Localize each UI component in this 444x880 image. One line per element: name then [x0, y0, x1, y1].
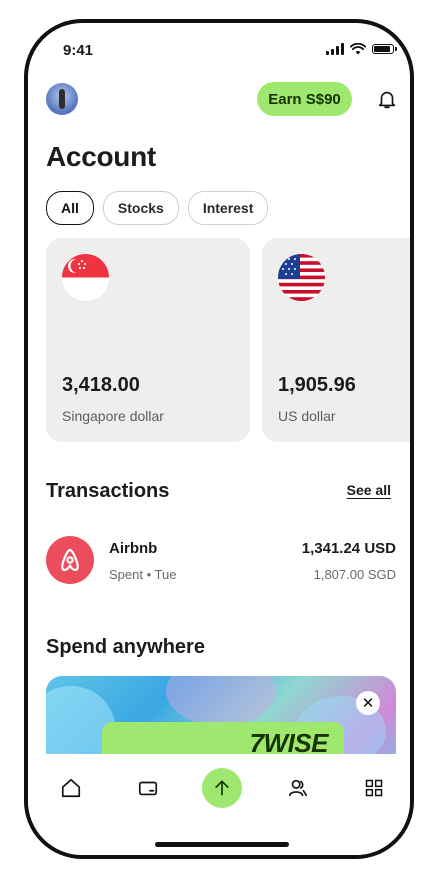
send-icon[interactable]	[202, 768, 242, 808]
transaction-row[interactable]: Airbnb Spent • Tue 1,341.24 USD 1,807.00…	[46, 535, 396, 587]
see-all-link[interactable]: See all	[347, 482, 391, 498]
page-title: Account	[46, 141, 156, 172]
account-currency: Singapore dollar	[62, 408, 164, 424]
account-balance: 1,905.96	[278, 374, 356, 396]
filter-chip-interest[interactable]: Interest	[187, 191, 269, 225]
account-cards: 3,418.00 Singapore dollar 1,905.96 US do…	[46, 238, 410, 442]
transaction-amount: 1,341.24 USD	[301, 540, 396, 557]
bell-icon[interactable]	[376, 88, 398, 110]
transactions-title: Transactions	[46, 480, 170, 502]
filter-chip-all[interactable]: All	[46, 191, 94, 225]
filter-chips: All Stocks Interest	[46, 191, 269, 225]
account-balance: 3,418.00	[62, 374, 140, 396]
earn-button[interactable]: Earn S$90	[257, 82, 352, 116]
card-icon[interactable]	[131, 771, 165, 805]
hub-icon[interactable]	[357, 771, 391, 805]
airbnb-logo-icon	[46, 536, 94, 584]
singapore-flag-icon	[62, 254, 109, 301]
transaction-merchant: Airbnb	[109, 540, 158, 557]
phone-frame: 9:41 Earn S$90 Account All Stocks Intere…	[24, 19, 414, 859]
transaction-converted-amount: 1,807.00 SGD	[313, 567, 396, 582]
status-time: 9:41	[63, 42, 94, 59]
close-icon[interactable]: ✕	[356, 691, 380, 715]
wifi-icon	[350, 43, 366, 55]
account-currency: US dollar	[278, 408, 336, 424]
bottom-nav	[28, 754, 410, 855]
avatar[interactable]	[46, 83, 78, 115]
battery-icon	[372, 44, 397, 54]
filter-chip-stocks[interactable]: Stocks	[102, 191, 179, 225]
cellular-signal-icon	[326, 43, 344, 55]
home-indicator	[155, 842, 289, 847]
transaction-subtitle: Spent • Tue	[109, 567, 177, 582]
home-icon[interactable]	[54, 771, 88, 805]
recipients-icon[interactable]	[281, 771, 315, 805]
status-icons	[326, 43, 397, 55]
us-flag-icon	[278, 254, 325, 301]
account-card-sgd[interactable]: 3,418.00 Singapore dollar	[46, 238, 250, 442]
spend-anywhere-title: Spend anywhere	[46, 636, 205, 658]
account-card-usd[interactable]: 1,905.96 US dollar	[262, 238, 410, 442]
